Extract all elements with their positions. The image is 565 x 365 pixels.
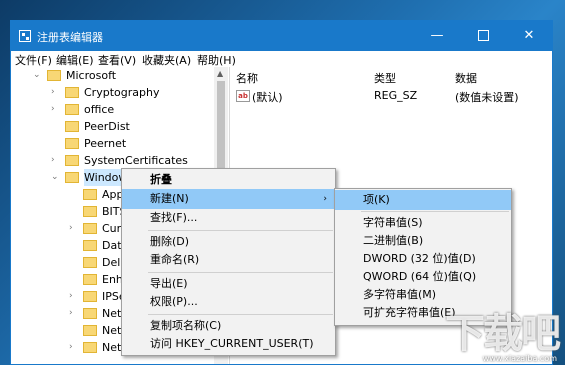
folder-icon (65, 138, 79, 149)
folder-icon (83, 189, 97, 200)
tree-item-cryptography[interactable]: › Cryptography (51, 84, 213, 101)
menu-separator (361, 211, 509, 212)
folder-icon (83, 308, 97, 319)
value-type: REG_SZ (374, 89, 418, 102)
tree-item-label: office (84, 103, 115, 116)
folder-icon (83, 223, 97, 234)
folder-icon (65, 87, 79, 98)
close-button[interactable]: ✕ (506, 21, 552, 51)
tree-item-peernet[interactable]: Peernet (51, 135, 213, 152)
menu-help[interactable]: 帮助(H) (197, 52, 236, 68)
tree-item-systemcertificates[interactable]: › SystemCertificates (51, 152, 213, 169)
submenu-arrow-icon: › (323, 194, 327, 204)
tree-item-label: Peernet (84, 137, 127, 150)
menu-file[interactable]: 文件(F) (15, 52, 52, 68)
tree-item-label: Microsoft (66, 69, 117, 82)
folder-icon (83, 342, 97, 353)
menu-item-rename[interactable]: 重命名(R) (122, 250, 335, 270)
tree-item-label: Cryptography (84, 86, 160, 99)
minimize-button[interactable]: — (414, 21, 460, 51)
watermark-logo: 下载吧 (445, 311, 561, 357)
expand-arrow-icon[interactable]: › (69, 288, 79, 305)
folder-icon (83, 257, 97, 268)
menu-item-collapse[interactable]: 折叠 (122, 170, 335, 190)
folder-icon (65, 104, 79, 115)
expand-arrow-icon[interactable]: › (51, 101, 61, 118)
folder-icon (65, 155, 79, 166)
menu-item-delete[interactable]: 删除(D) (122, 232, 335, 252)
tree-item-label: SystemCertificates (84, 154, 188, 167)
folder-icon (83, 291, 97, 302)
value-data: (数值未设置) (455, 91, 519, 104)
column-header-data[interactable]: 数据 (455, 70, 477, 86)
menu-bar: 文件(F) 编辑(E) 查看(V) 收藏夹(A) 帮助(H) (11, 51, 552, 67)
folder-icon (47, 70, 61, 81)
title-bar[interactable]: 注册表编辑器 — ✕ (11, 21, 552, 51)
tree-item-microsoft[interactable]: ⌄ Microsoft (33, 67, 213, 84)
menu-item-new[interactable]: 新建(N) › (122, 189, 335, 209)
menu-view[interactable]: 查看(V) (98, 52, 136, 68)
submenu-item-key[interactable]: 项(K) (335, 190, 511, 210)
submenu-item-qword-value[interactable]: QWORD (64 位)值(Q) (335, 267, 511, 287)
column-header-type[interactable]: 类型 (374, 70, 396, 86)
collapse-arrow-icon[interactable]: ⌄ (51, 169, 61, 186)
menu-item-copy-key-name[interactable]: 复制项名称(C) (122, 316, 335, 336)
tree-item-office[interactable]: › office (51, 101, 213, 118)
tree-item-peerdist[interactable]: PeerDist (51, 118, 213, 135)
menu-separator (148, 230, 333, 231)
folder-icon (83, 274, 97, 285)
watermark-url: www.xiazaiba.com (482, 354, 557, 363)
maximize-button[interactable] (460, 21, 506, 51)
expand-arrow-icon[interactable]: › (51, 84, 61, 101)
expand-arrow-icon[interactable]: › (69, 305, 79, 322)
menu-item-goto-hkcu[interactable]: 访问 HKEY_CURRENT_USER(T) (122, 334, 335, 354)
regedit-app-icon (19, 30, 31, 42)
menu-edit[interactable]: 编辑(E) (56, 52, 94, 68)
expand-arrow-icon[interactable]: › (69, 220, 79, 237)
folder-icon (83, 240, 97, 251)
submenu-item-dword-value[interactable]: DWORD (32 位)值(D) (335, 249, 511, 269)
menu-item-export[interactable]: 导出(E) (122, 274, 335, 294)
expand-arrow-icon[interactable]: › (51, 152, 61, 169)
menu-separator (148, 272, 333, 273)
string-value-icon: ab (236, 90, 250, 102)
expand-arrow-icon[interactable]: › (69, 339, 79, 356)
context-menu: 折叠 新建(N) › 查找(F)... 删除(D) 重命名(R) 导出(E) 权… (121, 168, 336, 356)
menu-item-find[interactable]: 查找(F)... (122, 208, 335, 228)
column-header-name[interactable]: 名称 (236, 70, 258, 86)
folder-icon (83, 325, 97, 336)
submenu-item-string-value[interactable]: 字符串值(S) (335, 213, 511, 233)
menu-favorites[interactable]: 收藏夹(A) (142, 52, 191, 68)
menu-item-permissions[interactable]: 权限(P)... (122, 292, 335, 312)
menu-item-new-label: 新建(N) (150, 192, 189, 205)
maximize-icon (477, 30, 489, 41)
collapse-arrow-icon[interactable]: ⌄ (33, 67, 43, 84)
folder-icon (65, 172, 79, 183)
folder-icon (83, 206, 97, 217)
value-name[interactable]: (默认) (252, 89, 283, 105)
scroll-up-icon[interactable]: ▲ (217, 69, 223, 78)
folder-icon (65, 121, 79, 132)
window-title: 注册表编辑器 (37, 31, 103, 44)
menu-separator (148, 314, 333, 315)
tree-item-label: PeerDist (84, 120, 130, 133)
submenu-item-binary-value[interactable]: 二进制值(B) (335, 231, 511, 251)
